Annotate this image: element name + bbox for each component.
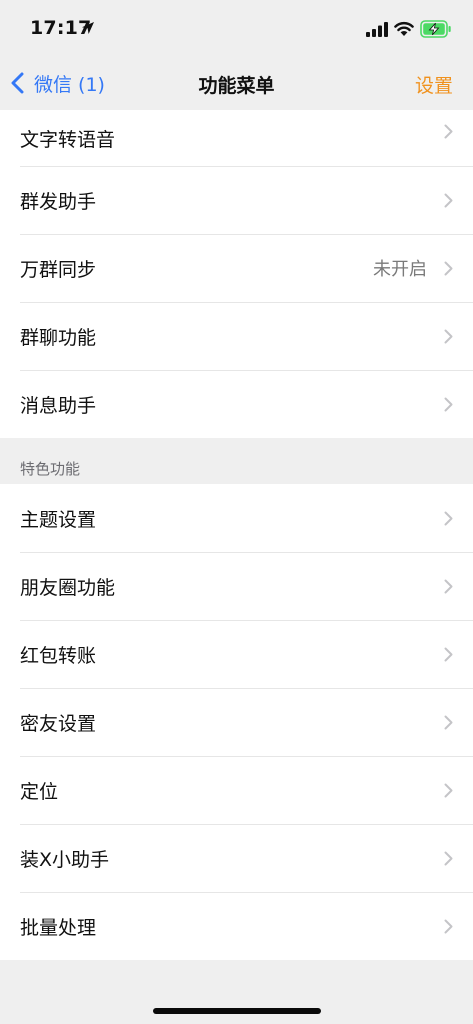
section-header: 特色功能 bbox=[20, 460, 81, 478]
chevron-right-icon bbox=[444, 647, 453, 662]
signal-icon bbox=[366, 22, 388, 37]
list-item-moments[interactable]: 朋友圈功能 bbox=[0, 552, 473, 620]
list-item-x-assistant[interactable]: 装X小助手 bbox=[0, 824, 473, 892]
wifi-icon bbox=[394, 22, 414, 36]
list-item-batch-process[interactable]: 批量处理 bbox=[0, 892, 473, 960]
list-item-label: 密友设置 bbox=[20, 712, 97, 735]
list-item-label: 万群同步 bbox=[20, 258, 97, 281]
chevron-right-icon bbox=[444, 511, 453, 526]
chevron-right-icon bbox=[444, 261, 453, 276]
chevron-right-icon bbox=[444, 579, 453, 594]
chevron-right-icon bbox=[444, 783, 453, 798]
list-item-theme-settings[interactable]: 主题设置 bbox=[0, 484, 473, 552]
settings-button[interactable]: 设置 bbox=[415, 71, 453, 98]
list-item-label: 朋友圈功能 bbox=[20, 576, 116, 599]
page-title: 功能菜单 bbox=[198, 75, 275, 97]
nav-bar: 微信 (1) 功能菜单 设置 bbox=[0, 58, 473, 110]
list-item-label: 群发助手 bbox=[20, 190, 97, 213]
list-item-label: 主题设置 bbox=[20, 508, 97, 531]
home-indicator[interactable] bbox=[153, 1008, 321, 1014]
screen: 17:17 微信 (1) 功能菜单 设置 文字转语音 群发助手 万群同步 未开启… bbox=[0, 0, 473, 1024]
list-item-group-sync[interactable]: 万群同步 未开启 bbox=[0, 234, 473, 302]
list-item-location[interactable]: 定位 bbox=[0, 756, 473, 824]
chevron-right-icon bbox=[444, 124, 453, 139]
chevron-right-icon bbox=[444, 851, 453, 866]
list-item-red-packet[interactable]: 红包转账 bbox=[0, 620, 473, 688]
chevron-right-icon bbox=[444, 715, 453, 730]
list-item-close-friends[interactable]: 密友设置 bbox=[0, 688, 473, 756]
list-item-text-to-speech[interactable]: 文字转语音 bbox=[0, 110, 473, 166]
list-item-label: 文字转语音 bbox=[20, 128, 116, 151]
list-item-label: 定位 bbox=[20, 780, 59, 803]
chevron-right-icon bbox=[444, 397, 453, 412]
chevron-right-icon bbox=[444, 193, 453, 208]
list-item-label: 群聊功能 bbox=[20, 326, 97, 349]
list-item-group-broadcast[interactable]: 群发助手 bbox=[0, 166, 473, 234]
chevron-right-icon bbox=[444, 919, 453, 934]
list-item-label: 红包转账 bbox=[20, 644, 97, 667]
list-item-message-assistant[interactable]: 消息助手 bbox=[0, 370, 473, 438]
location-arrow-icon bbox=[82, 22, 94, 34]
list-item-label: 消息助手 bbox=[20, 394, 97, 417]
battery-charging-icon bbox=[420, 20, 451, 38]
feature-group-basic: 文字转语音 群发助手 万群同步 未开启 群聊功能 消息助手 bbox=[0, 110, 473, 438]
list-item-label: 装X小助手 bbox=[20, 848, 110, 871]
status-bar: 17:17 bbox=[0, 0, 473, 58]
feature-group-special: 主题设置 朋友圈功能 红包转账 密友设置 定位 装X小助手 批量处理 bbox=[0, 484, 473, 960]
status-value: 未开启 bbox=[373, 259, 427, 280]
list-item-group-chat[interactable]: 群聊功能 bbox=[0, 302, 473, 370]
list-item-label: 批量处理 bbox=[20, 916, 97, 939]
chevron-right-icon bbox=[444, 329, 453, 344]
